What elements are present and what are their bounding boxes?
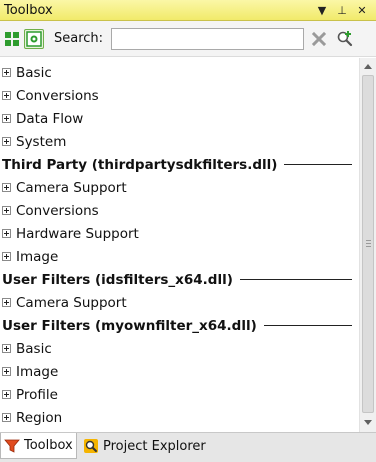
category-label: Region (16, 409, 63, 426)
scroll-down-icon[interactable] (360, 415, 376, 431)
toolbox-title-bar: Toolbox ▼ ⊥ ✕ (0, 0, 376, 21)
group-label: Third Party (thirdpartysdkfilters.dll) (2, 156, 278, 173)
expand-plus-icon[interactable] (2, 252, 11, 261)
expand-plus-icon[interactable] (2, 344, 11, 353)
category-label: Camera Support (16, 294, 127, 311)
filter-category-item[interactable]: Profile (0, 383, 359, 406)
filter-icon (26, 30, 42, 47)
tab-label: Project Explorer (103, 438, 206, 454)
category-label: System (16, 133, 67, 150)
expand-plus-icon[interactable] (2, 114, 11, 123)
close-icon[interactable]: ✕ (352, 1, 372, 20)
group-divider (284, 164, 352, 165)
clear-icon (311, 31, 327, 46)
tab-project-explorer[interactable]: Project Explorer (80, 433, 220, 459)
filter-category-item[interactable]: Camera Support (0, 176, 359, 199)
tab-toolbox[interactable]: Toolbox (0, 433, 77, 459)
expand-plus-icon[interactable] (2, 206, 11, 215)
filter-category-item[interactable]: Image (0, 245, 359, 268)
group-divider (263, 325, 352, 326)
group-label: User Filters (myownfilter_x64.dll) (2, 317, 257, 334)
filter-category-item[interactable]: Conversions (0, 84, 359, 107)
expand-plus-icon[interactable] (2, 137, 11, 146)
group-divider (239, 279, 352, 280)
vertical-scrollbar[interactable] (359, 58, 376, 432)
expand-plus-icon[interactable] (2, 298, 11, 307)
clear-search-button[interactable] (308, 28, 330, 50)
expand-plus-icon[interactable] (2, 68, 11, 77)
add-filter-button[interactable] (334, 28, 356, 50)
filter-category-item[interactable]: Hardware Support (0, 222, 359, 245)
filter-group-header: User Filters (idsfilters_x64.dll) (0, 268, 359, 291)
toolbox-tab-icon (3, 437, 21, 455)
window-controls: ▼ ⊥ ✕ (312, 1, 376, 20)
category-label: Image (16, 363, 59, 380)
filter-category-item[interactable]: Camera Support (0, 291, 359, 314)
category-label: Camera Support (16, 179, 127, 196)
category-label: Hardware Support (16, 225, 139, 242)
filter-category-item[interactable]: Region (0, 406, 359, 429)
filter-category-item[interactable]: Conversions (0, 199, 359, 222)
filter-category-item[interactable]: Basic (0, 61, 359, 84)
pin-icon[interactable]: ⊥ (332, 1, 352, 20)
category-view-button[interactable] (2, 29, 22, 49)
filter-category-item[interactable]: Data Flow (0, 107, 359, 130)
expand-plus-icon[interactable] (2, 413, 11, 422)
filter-category-item[interactable]: Image (0, 360, 359, 383)
expand-plus-icon[interactable] (2, 91, 11, 100)
category-label: Profile (16, 386, 58, 403)
expand-plus-icon[interactable] (2, 229, 11, 238)
project-explorer-tab-icon (82, 437, 100, 455)
category-label: Conversions (16, 202, 99, 219)
expand-plus-icon[interactable] (2, 390, 11, 399)
dropdown-icon[interactable]: ▼ (312, 1, 332, 20)
bottom-tab-bar: Toolbox Project Explorer (0, 432, 376, 462)
category-label: Basic (16, 340, 52, 357)
window-title: Toolbox (4, 2, 53, 18)
filter-group-header: User Filters (myownfilter_x64.dll) (0, 314, 359, 337)
group-label: User Filters (idsfilters_x64.dll) (2, 271, 233, 288)
filter-group-header: Third Party (thirdpartysdkfilters.dll) (0, 153, 359, 176)
filter-category-item[interactable]: System (0, 130, 359, 153)
grid-icon (5, 31, 19, 46)
toolbox-toolbar: Search: (0, 21, 376, 57)
category-label: Basic (16, 64, 52, 81)
tab-label: Toolbox (24, 438, 73, 453)
search-label: Search: (54, 31, 104, 46)
category-label: Data Flow (16, 110, 84, 127)
filter-tree: Basic Conversions Data Flow System Third Par… (0, 58, 359, 432)
expand-plus-icon[interactable] (2, 367, 11, 376)
category-label: Conversions (16, 87, 99, 104)
expand-plus-icon[interactable] (2, 183, 11, 192)
zoom-add-icon (337, 30, 353, 46)
scroll-up-icon[interactable] (360, 58, 376, 74)
scrollbar-thumb[interactable] (362, 75, 374, 413)
filter-view-button[interactable] (24, 28, 44, 49)
category-label: Image (16, 248, 59, 265)
search-input[interactable] (111, 27, 305, 50)
filter-category-item[interactable]: Basic (0, 337, 359, 360)
